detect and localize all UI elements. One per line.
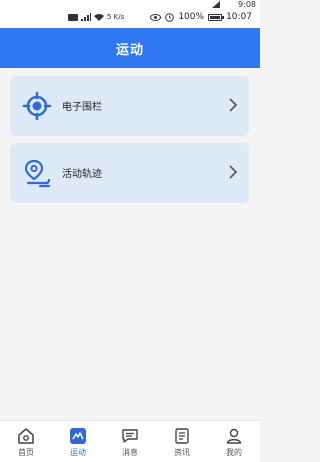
home-icon <box>18 428 34 444</box>
network-speed: 5 K/s <box>107 13 125 21</box>
status-right: 100% 10:07 <box>150 12 252 22</box>
card-activity-track[interactable]: 活动轨迹 <box>10 143 249 203</box>
wifi-icon <box>94 14 104 21</box>
battery-icon <box>208 13 225 21</box>
status-bar: 5 K/s 100% 10:07 <box>0 10 260 28</box>
news-icon <box>175 428 189 444</box>
sim-icon <box>68 13 78 21</box>
battery-percent: 100% <box>178 12 205 22</box>
system-top-strip: 9:08 <box>0 0 260 10</box>
bottom-tab-bar: 首页 运动 消息 资讯 我的 <box>0 420 260 462</box>
tab-profile[interactable]: 我的 <box>208 421 260 462</box>
tab-messages[interactable]: 消息 <box>104 421 156 462</box>
chevron-right-icon <box>229 98 237 112</box>
tab-label: 运动 <box>70 448 86 457</box>
network-indicators: 5 K/s <box>68 13 124 21</box>
top-clock: 9:08 <box>238 0 256 9</box>
tab-label: 消息 <box>122 448 138 457</box>
page-title: 运动 <box>115 42 144 58</box>
card-electronic-fence[interactable]: 电子围栏 <box>10 76 249 136</box>
signal-icon <box>212 1 220 8</box>
chevron-right-icon <box>229 165 237 179</box>
eye-icon <box>150 13 162 21</box>
tab-label: 我的 <box>226 448 242 457</box>
activity-icon <box>70 428 86 444</box>
clock: 10:07 <box>226 12 252 22</box>
target-icon <box>22 91 52 121</box>
location-track-icon <box>24 159 51 188</box>
tab-news[interactable]: 资讯 <box>156 421 208 462</box>
tab-label: 首页 <box>18 448 34 457</box>
page-header: 运动 <box>0 28 260 68</box>
tab-home[interactable]: 首页 <box>0 421 52 462</box>
tab-label: 资讯 <box>174 448 190 457</box>
profile-icon <box>226 428 242 444</box>
message-icon <box>122 429 138 443</box>
cellular-signal-icon <box>81 13 91 21</box>
tab-activity[interactable]: 运动 <box>52 421 104 462</box>
card-label: 活动轨迹 <box>62 169 102 180</box>
card-label: 电子围栏 <box>62 102 102 113</box>
alarm-icon <box>165 12 175 22</box>
